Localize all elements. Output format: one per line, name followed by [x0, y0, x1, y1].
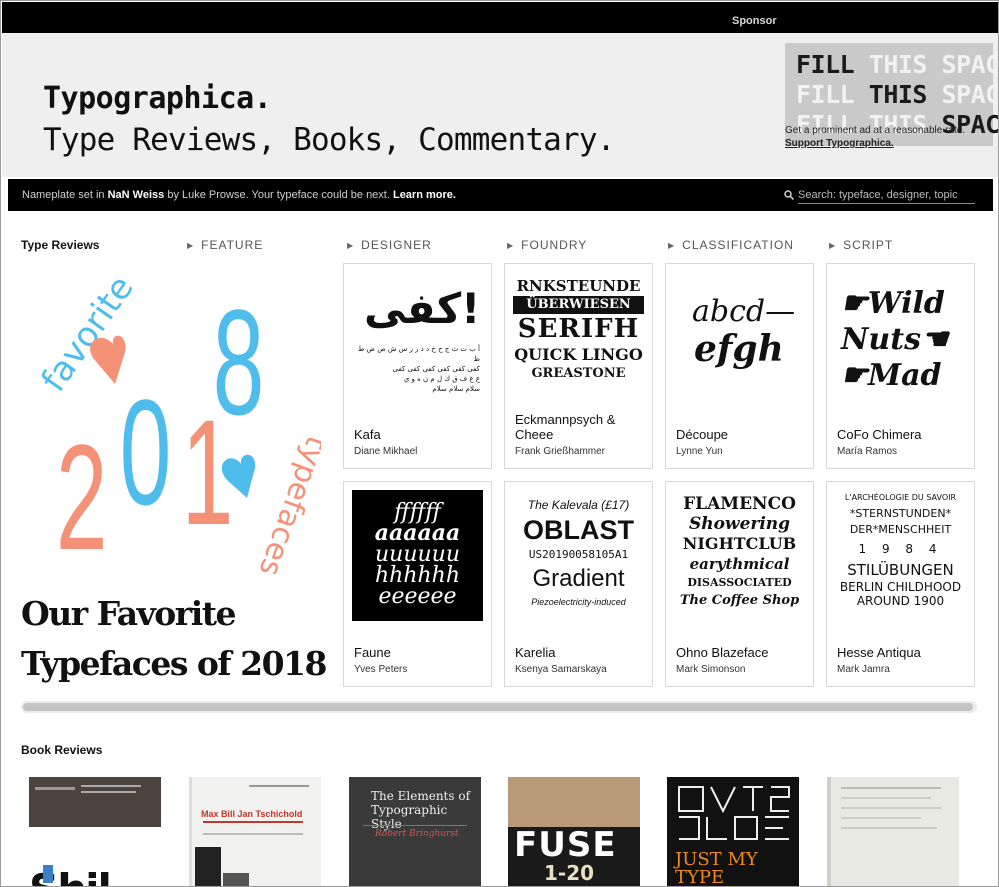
review-card-eckmannpsych[interactable]: RNKSTEUNDE ÜBERWIESEN SERIFH QUICK LINGO…: [504, 263, 653, 469]
site-tagline: Type Reviews, Books, Commentary.: [43, 122, 615, 158]
card-art-blazeface: FLAMENCO Showering NIGHTCLUB earythmical…: [679, 494, 800, 608]
book-cover-4[interactable]: FUSE 1-20: [508, 777, 640, 886]
card-designer: María Ramos: [837, 446, 898, 457]
horizontal-scrollbar[interactable]: [21, 701, 977, 713]
card-name: Faune: [354, 645, 391, 660]
feature-favorite-2018[interactable]: favorite 2 0 1 8 typefaces Our Favorite …: [21, 269, 327, 689]
art-year-8: 8: [213, 279, 265, 446]
scrollbar-thumb[interactable]: [23, 703, 973, 711]
cover-lettering-art: [678, 786, 790, 840]
card-art-hesse: L'ARCHÉOLOGIE DU SAVOIR *STERNSTUNDEN* D…: [839, 493, 962, 608]
art-year-2: 2: [56, 414, 108, 574]
tab-designer[interactable]: ▶ DESIGNER: [347, 238, 432, 252]
tab-feature[interactable]: ▶ FEATURE: [187, 238, 263, 252]
page: Sponsor Typographica. Type Reviews, Book…: [0, 0, 999, 887]
ad-note: Get a prominent ad at a reasonable rate.: [785, 125, 966, 136]
learn-more-link[interactable]: Learn more.: [393, 189, 456, 201]
review-card-hesse-antiqua[interactable]: L'ARCHÉOLOGIE DU SAVOIR *STERNSTUNDEN* D…: [826, 481, 975, 687]
card-name: Ohno Blazeface: [676, 645, 769, 660]
chevron-right-icon: ▶: [347, 241, 355, 250]
nameplate-credit: Nameplate set in NaN Weiss by Luke Prows…: [22, 189, 456, 201]
book-cover-6[interactable]: [827, 777, 959, 886]
tab-script[interactable]: ▶ SCRIPT: [829, 238, 893, 252]
pointing-hand-icon: ☛: [841, 358, 868, 393]
card-name: Kafa: [354, 427, 381, 442]
sponsor-link[interactable]: Sponsor: [732, 15, 777, 27]
book-cover-5[interactable]: JUST MY TYPE: [667, 777, 799, 886]
card-designer: Ksenya Samarskaya: [515, 664, 607, 675]
card-name: Karelia: [515, 645, 556, 660]
site-title[interactable]: Typographica.: [43, 81, 272, 116]
search-input[interactable]: [798, 186, 975, 204]
review-card-kafa[interactable]: كفى! أ ب ت ث ج ح خ د ذ ر ز س ش ص ض ط ظ ك…: [343, 263, 492, 469]
card-name: Découpe: [676, 427, 729, 442]
chevron-right-icon: ▶: [507, 241, 515, 250]
card-name: Eckmannpsych & Cheee: [515, 412, 616, 442]
ad-line-2: FILL THIS SPACE: [796, 80, 999, 109]
search-icon: [784, 190, 794, 200]
card-name: Hesse Antiqua: [837, 645, 921, 660]
card-art-karelia: The Kalevala (£17) OBLAST US20190058105A…: [523, 498, 634, 607]
card-art-eckmannpsych: RNKSTEUNDE ÜBERWIESEN SERIFH QUICK LINGO…: [513, 277, 644, 381]
card-designer: Yves Peters: [354, 664, 408, 675]
card-name: CoFo Chimera: [837, 427, 922, 442]
info-bar: Nameplate set in NaN Weiss by Luke Prows…: [8, 179, 993, 211]
card-designer: Diane Mikhael: [354, 446, 418, 457]
ad-line-1: FILL THIS SPACE: [796, 50, 999, 79]
card-art-faune: ffffff aaaaaa uuuuuu hhhhhh eeeeee: [352, 490, 483, 621]
review-card-decoupe[interactable]: abcd— efgh Découpe Lynne Yun: [665, 263, 814, 469]
pointing-hand-icon: ☚: [920, 322, 948, 357]
typeface-link[interactable]: NaN Weiss: [108, 189, 165, 201]
pointing-hand-icon: ☛: [841, 286, 868, 321]
review-card-faune[interactable]: ffffff aaaaaa uuuuuu hhhhhh eeeeee Faune…: [343, 481, 492, 687]
type-reviews-heading: Type Reviews: [21, 238, 100, 252]
support-link[interactable]: Support Typographica.: [785, 138, 894, 149]
card-designer: Mark Jamra: [837, 664, 890, 675]
feature-artwork: favorite 2 0 1 8 typefaces: [34, 274, 321, 574]
card-designer: Lynne Yun: [676, 446, 723, 457]
book-reviews-heading: Book Reviews: [21, 743, 103, 757]
art-year-0: 0: [120, 369, 172, 536]
chevron-right-icon: ▶: [829, 241, 837, 250]
review-card-cofo-chimera[interactable]: ☛Wild Nuts☚ ☛Mad CoFo Chimera María Ramo…: [826, 263, 975, 469]
card-art-chimera: ☛Wild Nuts☚ ☛Mad: [841, 286, 948, 393]
card-designer: Mark Simonson: [676, 664, 746, 675]
top-bar: Sponsor: [2, 2, 998, 33]
book-cover-3[interactable]: The Elements of Typographic Style Robert…: [349, 777, 481, 886]
card-designer: Frank Grießhammer: [515, 446, 606, 457]
review-card-ohno-blazeface[interactable]: FLAMENCO Showering NIGHTCLUB earythmical…: [665, 481, 814, 687]
review-card-karelia[interactable]: The Kalevala (£17) OBLAST US20190058105A…: [504, 481, 653, 687]
card-art-decoupe: abcd— efgh: [692, 294, 796, 370]
masthead: Typographica. Type Reviews, Books, Comme…: [2, 33, 999, 177]
art-word-typefaces: typefaces: [251, 431, 321, 574]
tab-classification[interactable]: ▶ CLASSIFICATION: [668, 238, 794, 252]
feature-title[interactable]: Our Favorite Typefaces of 2018: [21, 589, 341, 689]
book-cover-2[interactable]: Max Bill Jan Tschichold: [189, 777, 321, 886]
card-art-kafa: كفى! أ ب ت ث ج ح خ د ذ ر ز س ش ص ض ط ظ ك…: [357, 284, 481, 393]
chevron-right-icon: ▶: [668, 241, 676, 250]
chevron-right-icon: ▶: [187, 241, 195, 250]
book-cover-1[interactable]: Shil: [29, 777, 161, 886]
tab-foundry[interactable]: ▶ FOUNDRY: [507, 238, 587, 252]
